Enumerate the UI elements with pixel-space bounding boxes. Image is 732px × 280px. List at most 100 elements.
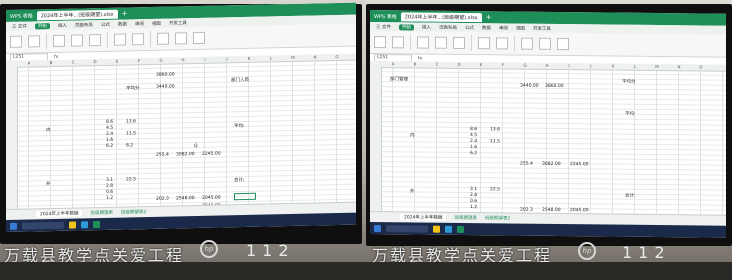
column-header[interactable]: J bbox=[580, 63, 602, 69]
menu-item-review[interactable]: 审阅 bbox=[135, 21, 144, 27]
sheet-tab[interactable]: 班级期望表 bbox=[454, 215, 477, 221]
bold-icon[interactable] bbox=[417, 36, 429, 49]
table-cell[interactable]: 3860.00 bbox=[545, 84, 564, 89]
table-cell[interactable]: Q bbox=[194, 144, 198, 149]
table-cell[interactable]: 1.2 bbox=[106, 196, 113, 201]
column-header[interactable]: I bbox=[558, 63, 580, 69]
filter-icon[interactable] bbox=[539, 37, 551, 50]
wps-icon[interactable] bbox=[93, 220, 100, 228]
wps-icon[interactable] bbox=[457, 225, 464, 233]
column-header[interactable]: A bbox=[18, 60, 40, 66]
table-cell[interactable]: 3860.00 bbox=[156, 72, 175, 77]
table-cell[interactable]: 3082.00 bbox=[176, 152, 195, 157]
table-cell[interactable]: 0.6 bbox=[470, 199, 477, 204]
column-header[interactable]: N bbox=[304, 54, 326, 60]
menu-item-formula[interactable]: 公式 bbox=[101, 21, 110, 27]
table-cell[interactable]: 内 bbox=[410, 132, 415, 138]
column-header[interactable]: C bbox=[426, 62, 448, 68]
menu-item-view[interactable]: 视图 bbox=[516, 25, 525, 31]
table-cell[interactable]: 内 bbox=[46, 127, 51, 133]
italic-icon[interactable] bbox=[435, 36, 447, 49]
table-cell[interactable]: 2245.00 bbox=[202, 152, 221, 157]
menu-item-insert[interactable]: 插入 bbox=[58, 22, 67, 28]
fx-icon[interactable]: fx bbox=[54, 54, 58, 59]
column-header[interactable]: F bbox=[492, 62, 514, 68]
column-header[interactable]: A bbox=[382, 61, 404, 67]
browser-icon[interactable] bbox=[445, 225, 452, 233]
column-header[interactable]: M bbox=[282, 55, 304, 61]
table-cell[interactable]: 202.3 bbox=[156, 197, 169, 202]
column-header[interactable]: G bbox=[150, 58, 172, 64]
cut-icon[interactable] bbox=[28, 35, 40, 48]
document-tab[interactable]: 2024年上半年...(班级期望).xlsx bbox=[400, 11, 482, 22]
table-cell[interactable]: 平均: bbox=[625, 111, 636, 117]
sum-icon[interactable] bbox=[157, 32, 169, 45]
menu-item-dev[interactable]: 开发工具 bbox=[533, 25, 551, 31]
table-cell[interactable]: 平均分 bbox=[622, 79, 636, 85]
menu-item-layout[interactable]: 页面布局 bbox=[75, 22, 93, 28]
table-cell[interactable]: 1.2 bbox=[470, 205, 477, 210]
new-tab-icon[interactable]: + bbox=[122, 9, 128, 17]
column-header[interactable]: H bbox=[536, 63, 558, 69]
table-cell[interactable]: 部门人员 bbox=[231, 77, 249, 83]
browser-icon[interactable] bbox=[81, 220, 88, 228]
column-header[interactable]: H bbox=[172, 57, 194, 63]
table-cell[interactable]: 3.1 bbox=[106, 178, 113, 183]
column-header[interactable]: N bbox=[668, 64, 690, 70]
new-tab-icon[interactable]: + bbox=[486, 13, 492, 21]
column-header[interactable]: L bbox=[624, 64, 646, 70]
table-cell[interactable]: 8.6 bbox=[106, 120, 113, 125]
column-header[interactable]: K bbox=[238, 56, 260, 62]
table-cell[interactable]: 2245.00 bbox=[570, 162, 589, 167]
windows-start-icon[interactable] bbox=[374, 224, 381, 232]
taskbar-search[interactable] bbox=[22, 221, 64, 230]
sort-icon[interactable] bbox=[557, 37, 569, 51]
column-header[interactable]: F bbox=[128, 58, 150, 64]
table-cell[interactable]: 2.8 bbox=[106, 184, 113, 189]
table-cell[interactable]: 合计: bbox=[234, 177, 245, 183]
bold-icon[interactable] bbox=[53, 34, 65, 48]
sort-icon[interactable] bbox=[193, 31, 205, 45]
merge-icon[interactable] bbox=[132, 33, 144, 46]
table-cell[interactable]: 11.5 bbox=[490, 139, 500, 144]
column-header[interactable]: O bbox=[326, 54, 348, 60]
sheet-tab[interactable]: 班级期望表 bbox=[90, 210, 113, 216]
italic-icon[interactable] bbox=[71, 34, 83, 47]
table-cell[interactable]: 11.5 bbox=[126, 131, 136, 136]
column-header[interactable]: E bbox=[106, 58, 128, 64]
menu-item-home[interactable]: 开始 bbox=[34, 22, 50, 29]
table-cell[interactable]: 2.8 bbox=[470, 193, 477, 198]
table-cell[interactable]: 1.6 bbox=[470, 145, 477, 150]
table-cell[interactable]: 6.2 bbox=[106, 144, 113, 149]
table-cell[interactable]: 13.6 bbox=[126, 119, 136, 124]
menu-item-dev[interactable]: 开发工具 bbox=[169, 20, 187, 26]
menu-item-view[interactable]: 视图 bbox=[152, 20, 161, 26]
table-cell[interactable]: 3440.00 bbox=[520, 84, 539, 89]
table-cell[interactable]: 外 bbox=[46, 181, 51, 187]
sum-icon[interactable] bbox=[521, 37, 533, 50]
fx-icon[interactable]: fx bbox=[418, 56, 422, 61]
column-header[interactable]: L bbox=[260, 55, 282, 61]
table-cell[interactable]: 255.4 bbox=[156, 153, 169, 158]
column-header[interactable]: O bbox=[690, 64, 712, 70]
table-cell[interactable]: 1.6 bbox=[106, 138, 113, 143]
sheet-tab[interactable]: 班级期望表2 bbox=[121, 209, 146, 216]
table-cell[interactable]: 22.5 bbox=[126, 177, 136, 182]
sheet-tab[interactable]: 班级期望表2 bbox=[485, 215, 510, 221]
paste-icon[interactable] bbox=[374, 36, 386, 49]
document-tab[interactable]: 2024年上半年...(班级期望).xlsx bbox=[36, 9, 118, 20]
table-cell[interactable]: 22.5 bbox=[490, 187, 500, 192]
folder-icon[interactable] bbox=[433, 225, 440, 233]
sheet-tab[interactable]: 2024年上半年数据 bbox=[400, 214, 447, 221]
menu-item-home[interactable]: 开始 bbox=[398, 23, 414, 30]
filter-icon[interactable] bbox=[175, 32, 187, 45]
table-cell[interactable]: 3082.00 bbox=[542, 162, 561, 167]
column-header[interactable]: B bbox=[40, 60, 62, 66]
table-cell[interactable]: 13.6 bbox=[490, 127, 500, 132]
align-icon[interactable] bbox=[478, 37, 490, 50]
column-header[interactable]: D bbox=[84, 59, 106, 65]
selected-cell[interactable] bbox=[234, 192, 256, 201]
menu-item-data[interactable]: 数据 bbox=[118, 21, 127, 27]
menu-item-formula[interactable]: 公式 bbox=[465, 24, 474, 30]
underline-icon[interactable] bbox=[89, 34, 101, 47]
